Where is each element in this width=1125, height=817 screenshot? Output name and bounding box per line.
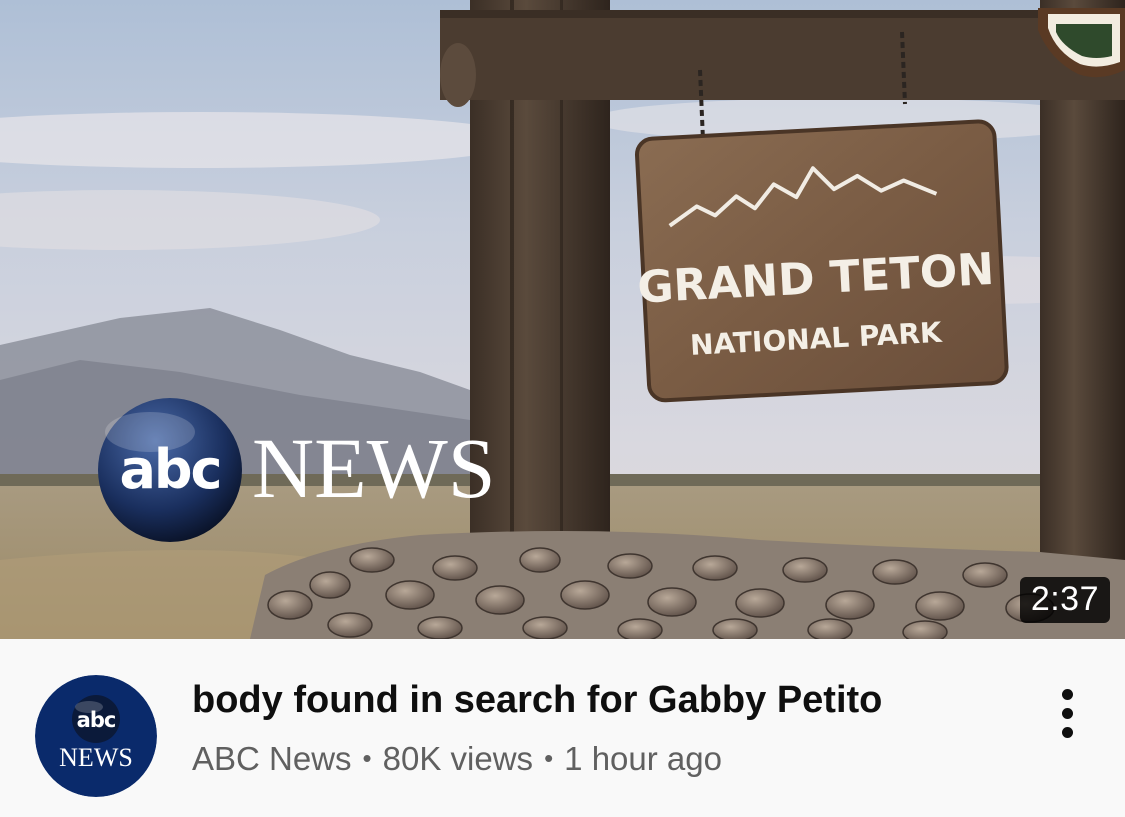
channel-avatar[interactable]: abc NEWS <box>35 675 157 797</box>
avatar-abc-text: abc <box>77 708 116 732</box>
channel-avatar-image: abc NEWS <box>35 675 157 797</box>
vertical-ellipsis-icon <box>1061 707 1073 719</box>
vertical-ellipsis-icon <box>1061 688 1073 700</box>
duration-badge: 2:37 <box>1019 577 1110 623</box>
vertical-ellipsis-icon <box>1061 726 1073 738</box>
upload-age: 1 hour ago <box>564 740 722 777</box>
video-thumbnail[interactable]: GRAND TETON NATIONAL PARK abc NEWS 2:37 <box>0 0 1125 639</box>
more-options-button[interactable] <box>1045 683 1089 743</box>
avatar-news-text: NEWS <box>59 743 133 772</box>
video-meta-row: abc NEWS body found in search for Gabby … <box>0 639 1125 817</box>
video-title[interactable]: body found in search for Gabby Petito <box>192 677 1012 723</box>
separator-dot: • <box>544 743 554 773</box>
thumbnail-image: GRAND TETON NATIONAL PARK abc NEWS <box>0 0 1125 639</box>
video-metadata: ABC News • 80K views • 1 hour ago <box>192 737 1012 780</box>
abc-logo-text: abc <box>119 438 220 501</box>
view-count: 80K views <box>382 740 534 777</box>
news-logo-text: NEWS <box>252 420 496 516</box>
channel-name[interactable]: ABC News <box>192 740 352 777</box>
separator-dot: • <box>362 743 372 773</box>
